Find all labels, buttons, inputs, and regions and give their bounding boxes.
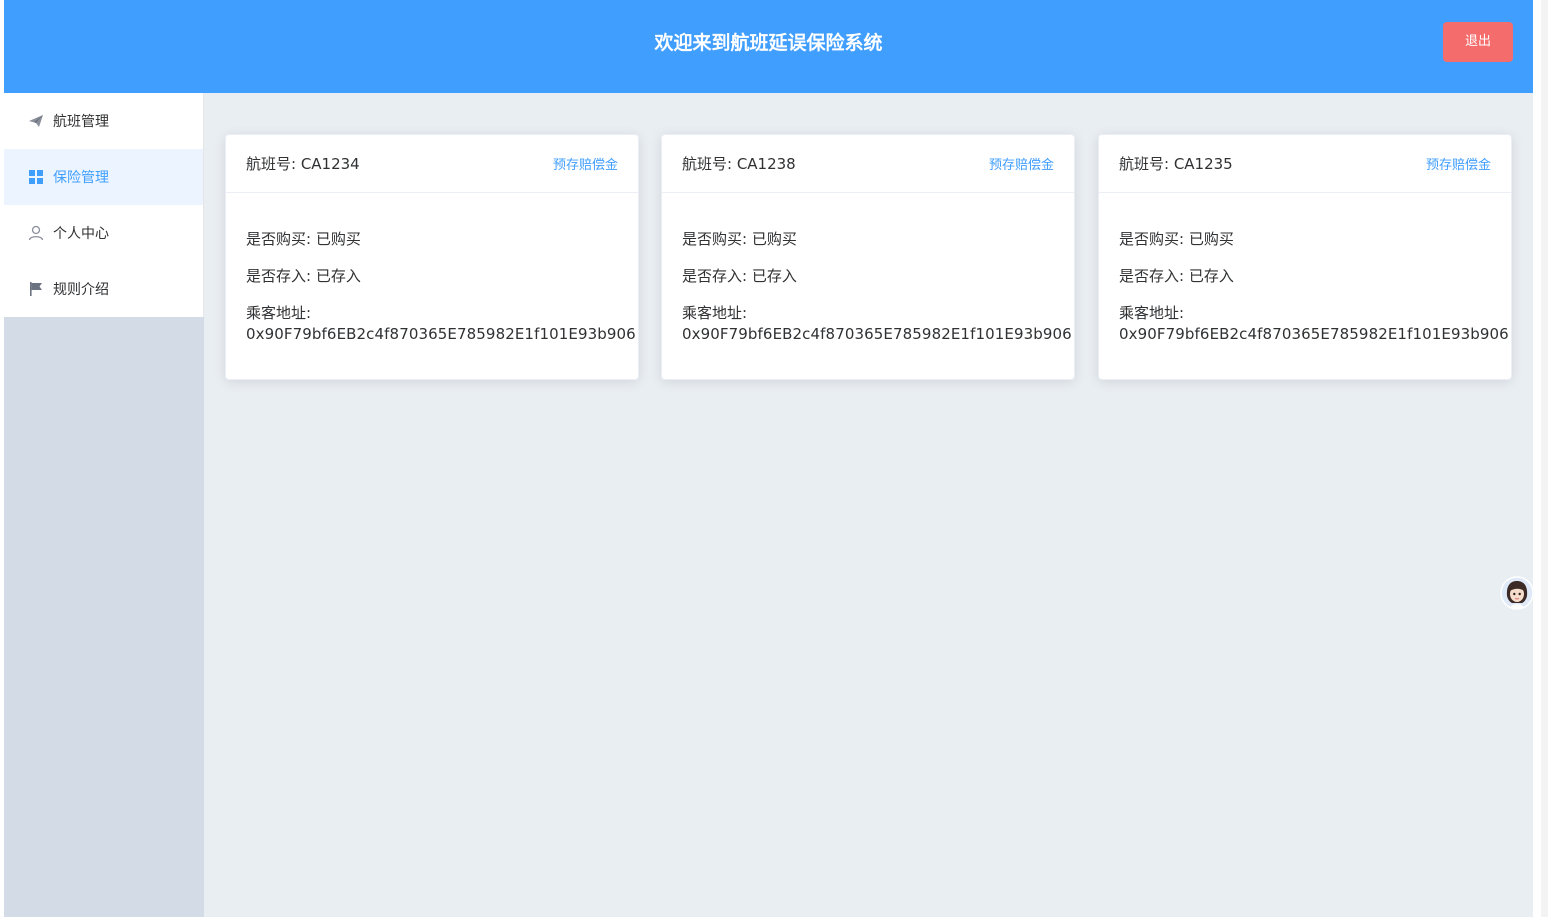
passenger-address: 0x90F79bf6EB2c4f870365E785982E1f101E93b9… xyxy=(682,325,1072,343)
card-header: 航班号: CA1238 预存赔偿金 xyxy=(662,135,1074,193)
passenger-address: 0x90F79bf6EB2c4f870365E785982E1f101E93b9… xyxy=(1119,325,1509,343)
passenger-address-label: 乘客地址: xyxy=(1119,304,1185,322)
passenger-address-label: 乘客地址: xyxy=(246,304,312,322)
flag-icon xyxy=(28,281,44,297)
top-header: 欢迎来到航班延误保险系统 退出 xyxy=(4,0,1533,93)
prefund-compensation-button[interactable]: 预存赔偿金 xyxy=(989,154,1054,173)
purchase-status: 是否购买: 已购买 xyxy=(682,230,797,248)
logout-button[interactable]: 退出 xyxy=(1443,22,1513,62)
deposit-status: 是否存入: 已存入 xyxy=(1119,267,1234,285)
card-body: 是否购买: 已购买 是否存入: 已存入 乘客地址: 0x90F79bf6EB2c… xyxy=(226,193,638,365)
purchase-status: 是否购买: 已购买 xyxy=(1119,230,1234,248)
deposit-status: 是否存入: 已存入 xyxy=(246,267,361,285)
card-header: 航班号: CA1235 预存赔偿金 xyxy=(1099,135,1511,193)
insurance-card: 航班号: CA1238 预存赔偿金 是否购买: 已购买 是否存入: 已存入 乘客… xyxy=(661,134,1075,380)
sidebar-item-label: 航班管理 xyxy=(53,114,109,130)
sidebar-item-insurance-management[interactable]: 保险管理 xyxy=(4,149,203,205)
sidebar-item-label: 规则介绍 xyxy=(53,282,109,298)
main-content: 航班号: CA1234 预存赔偿金 是否购买: 已购买 是否存入: 已存入 乘客… xyxy=(204,93,1533,917)
card-header: 航班号: CA1234 预存赔偿金 xyxy=(226,135,638,193)
prefund-compensation-button[interactable]: 预存赔偿金 xyxy=(1426,154,1491,173)
flight-number: 航班号: CA1235 xyxy=(1119,155,1233,173)
insurance-card: 航班号: CA1235 预存赔偿金 是否购买: 已购买 是否存入: 已存入 乘客… xyxy=(1098,134,1512,380)
page-title: 欢迎来到航班延误保险系统 xyxy=(654,32,883,54)
sidebar-item-rules[interactable]: 规则介绍 xyxy=(4,261,203,317)
grid-icon xyxy=(28,169,44,185)
sidebar-item-flight-management[interactable]: 航班管理 xyxy=(4,93,203,149)
paper-plane-icon xyxy=(28,113,44,129)
deposit-status: 是否存入: 已存入 xyxy=(682,267,797,285)
assistant-avatar-icon[interactable] xyxy=(1500,576,1534,610)
card-body: 是否购买: 已购买 是否存入: 已存入 乘客地址: 0x90F79bf6EB2c… xyxy=(662,193,1074,365)
sidebar-item-label: 个人中心 xyxy=(53,226,109,242)
browser-scrollbar[interactable] xyxy=(1541,0,1548,917)
sidebar-menu: 航班管理 保险管理 个人中心 规则介绍 xyxy=(4,93,204,317)
sidebar-item-personal-center[interactable]: 个人中心 xyxy=(4,205,203,261)
purchase-status: 是否购买: 已购买 xyxy=(246,230,361,248)
flight-number: 航班号: CA1234 xyxy=(246,155,360,173)
prefund-compensation-button[interactable]: 预存赔偿金 xyxy=(553,154,618,173)
sidebar: 航班管理 保险管理 个人中心 规则介绍 xyxy=(4,93,204,917)
passenger-address-label: 乘客地址: xyxy=(682,304,748,322)
card-body: 是否购买: 已购买 是否存入: 已存入 乘客地址: 0x90F79bf6EB2c… xyxy=(1099,193,1511,365)
insurance-card: 航班号: CA1234 预存赔偿金 是否购买: 已购买 是否存入: 已存入 乘客… xyxy=(225,134,639,380)
sidebar-item-label: 保险管理 xyxy=(53,170,109,186)
flight-number: 航班号: CA1238 xyxy=(682,155,796,173)
user-icon xyxy=(28,225,44,241)
app-container: 欢迎来到航班延误保险系统 退出 航班管理 保险管理 个人中心 规则介绍 航班号:… xyxy=(4,0,1533,917)
passenger-address: 0x90F79bf6EB2c4f870365E785982E1f101E93b9… xyxy=(246,325,636,343)
